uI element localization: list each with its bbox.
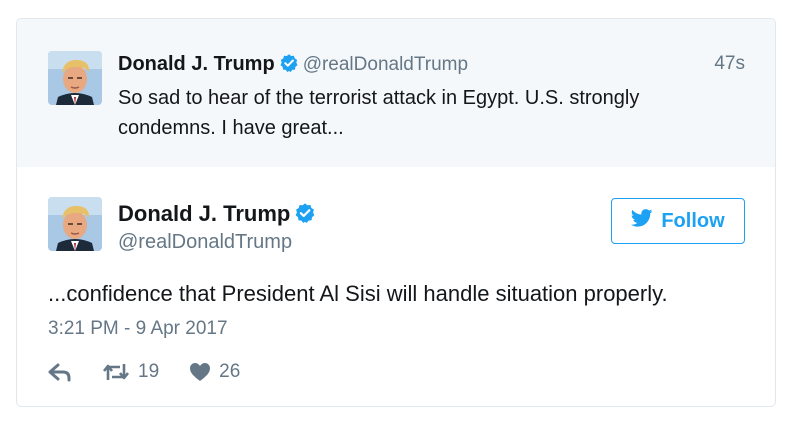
like-count: 26: [219, 361, 241, 382]
reply-icon: [48, 362, 72, 382]
avatar[interactable]: [48, 51, 102, 105]
retweet-button[interactable]: 19: [102, 361, 159, 383]
tweet-actions: 19 26: [48, 360, 270, 384]
follow-label: Follow: [661, 209, 725, 232]
verified-badge-icon: [279, 53, 299, 78]
parent-tweet-header: Donald J. Trump @realDonaldTrump 47s: [118, 53, 745, 81]
retweet-count: 19: [138, 361, 160, 382]
author-name[interactable]: Donald J. Trump: [118, 53, 275, 75]
retweet-icon: [102, 362, 130, 382]
tweet-timestamp[interactable]: 3:21 PM - 9 Apr 2017: [48, 318, 228, 340]
author-handle[interactable]: @realDonaldTrump: [303, 54, 468, 75]
tweet-text: ...confidence that President Al Sisi wil…: [48, 281, 668, 306]
reply-button[interactable]: [48, 362, 72, 382]
follow-button[interactable]: Follow: [611, 198, 745, 244]
tweet-embed-card: Donald J. Trump @realDonaldTrump 47s So s…: [16, 18, 776, 407]
verified-badge-icon: [294, 202, 316, 229]
author-name[interactable]: Donald J. Trump: [118, 201, 290, 226]
parent-tweet-text: So sad to hear of the terrorist attack i…: [118, 87, 640, 139]
tweet-time[interactable]: 47s: [714, 53, 745, 75]
author-handle[interactable]: @realDonaldTrump: [118, 231, 292, 254]
heart-icon: [189, 362, 211, 382]
avatar[interactable]: [48, 197, 102, 251]
main-tweet-name-row: Donald J. Trump: [118, 201, 316, 229]
twitter-bird-icon: [631, 209, 653, 233]
like-button[interactable]: 26: [189, 361, 240, 383]
parent-tweet[interactable]: Donald J. Trump @realDonaldTrump 47s So s…: [17, 19, 775, 167]
